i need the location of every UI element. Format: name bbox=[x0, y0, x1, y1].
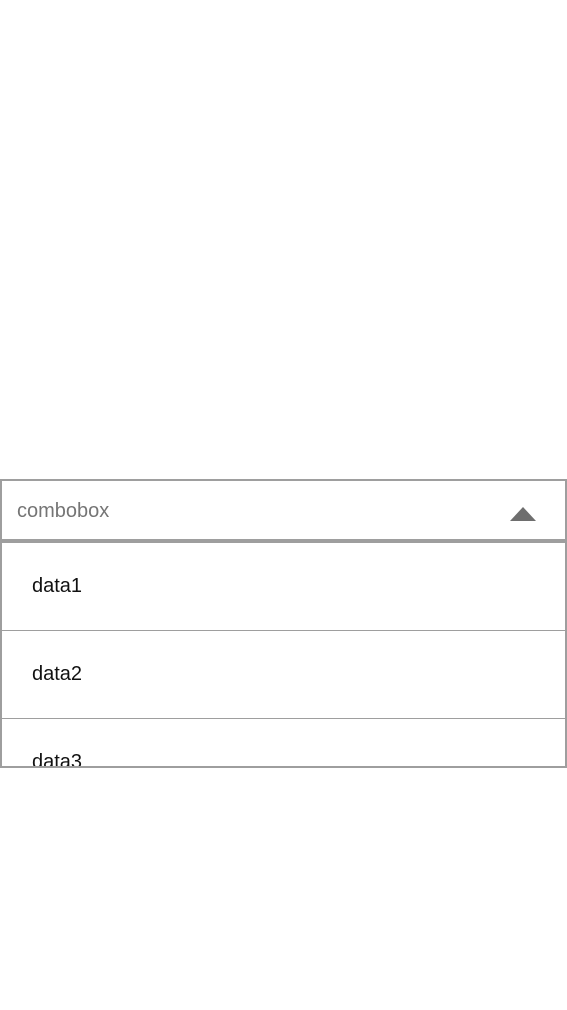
caret-up-icon[interactable] bbox=[510, 507, 536, 521]
list-item-data3[interactable]: data3 bbox=[2, 719, 565, 768]
combobox-placeholder: combobox bbox=[17, 500, 110, 522]
list-item-label: data3 bbox=[32, 751, 83, 768]
combobox: combobox data1 data2 data3 bbox=[0, 479, 567, 768]
combobox-dropdown-list[interactable]: data1 data2 data3 bbox=[0, 543, 567, 768]
list-item-data1[interactable]: data1 bbox=[2, 543, 565, 631]
list-item-label: data2 bbox=[32, 663, 83, 685]
list-item-label: data1 bbox=[32, 575, 83, 597]
combobox-field[interactable]: combobox bbox=[0, 479, 567, 543]
page: combobox data1 data2 data3 bbox=[0, 0, 567, 1010]
list-item-data2[interactable]: data2 bbox=[2, 631, 565, 719]
